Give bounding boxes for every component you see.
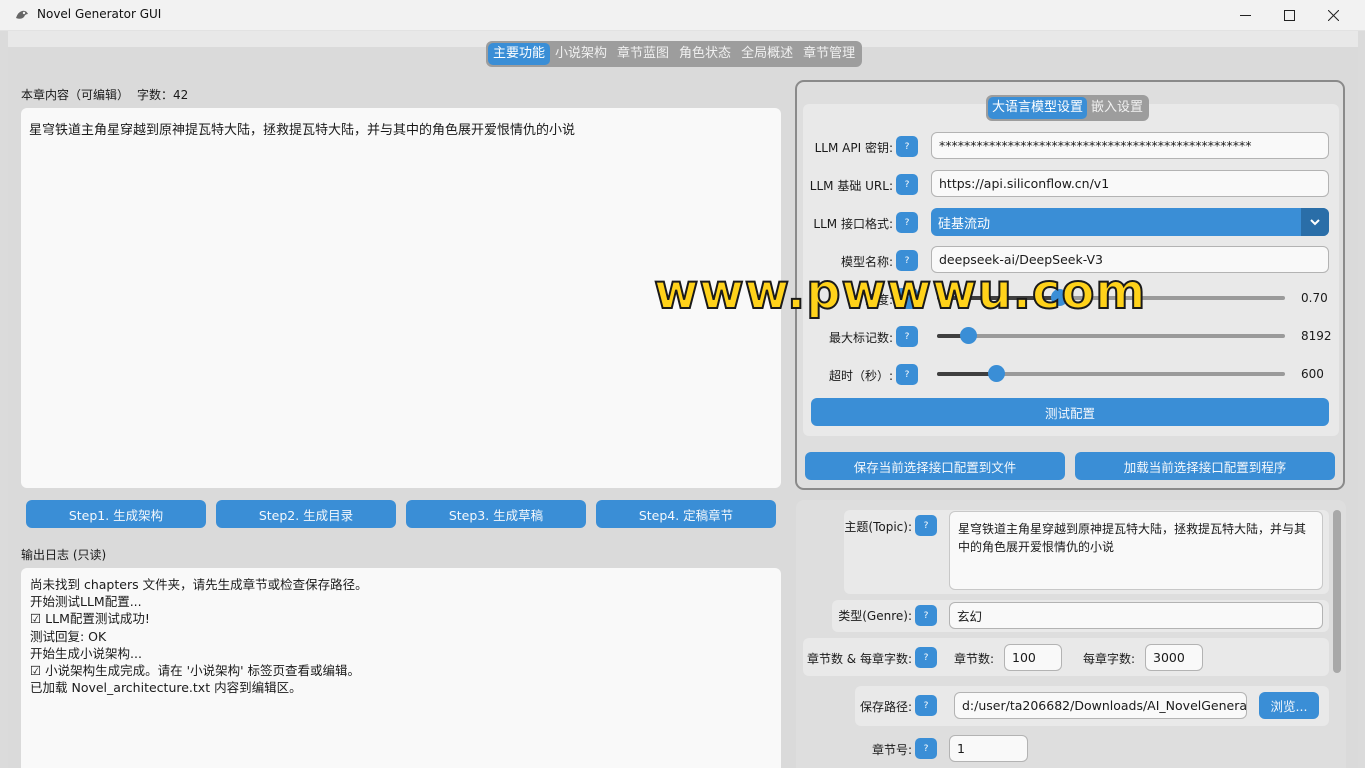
app-icon: [16, 10, 28, 19]
api-key-input[interactable]: ****************************************…: [931, 132, 1329, 159]
chapter-content-text: 星穹铁道主角星穿越到原神提瓦特大陆，拯救提瓦特大陆，并与其中的角色展开爱恨情仇的…: [29, 123, 576, 138]
num-chapters-label: 章节数:: [954, 652, 995, 666]
step3-generate-draft-button[interactable]: Step3. 生成草稿: [406, 500, 586, 528]
word-count-label: 字数：42: [137, 88, 189, 102]
topic-help-button[interactable]: ?: [915, 515, 937, 536]
main-tabbar: 主要功能 小说架构 章节蓝图 角色状态 全局概述 章节管理: [486, 41, 863, 67]
num-chapters-input[interactable]: 100: [1004, 644, 1062, 671]
test-config-button[interactable]: 测试配置: [811, 398, 1329, 426]
chapter-number-label: 章节号:: [871, 743, 912, 757]
interface-format-select[interactable]: 硅基流动: [931, 208, 1329, 236]
output-log: 尚未找到 chapters 文件夹，请先生成章节或检查保存路径。 开始测试LLM…: [21, 568, 781, 768]
log-line: 尚未找到 chapters 文件夹，请先生成章节或检查保存路径。: [30, 577, 368, 592]
title-bar: Novel Generator GUI: [0, 0, 1365, 31]
max-tokens-label: 最大标记数:: [828, 331, 893, 345]
save-path-help-button[interactable]: ?: [915, 695, 937, 716]
interface-format-value: 硅基流动: [938, 216, 991, 232]
base-url-input[interactable]: https://api.siliconflow.cn/v1: [931, 170, 1329, 197]
step4-finalize-chapter-button[interactable]: Step4. 定稿章节: [596, 500, 776, 528]
chapters-words-help-button[interactable]: ?: [915, 647, 937, 668]
chapter-number-help-button[interactable]: ?: [915, 738, 937, 759]
config-subtabbar: 大语言模型设置 嵌入设置: [986, 95, 1150, 121]
timeout-slider[interactable]: [937, 365, 1285, 382]
tab-character-state[interactable]: 角色状态: [674, 43, 736, 65]
base-url-help-button[interactable]: ?: [896, 174, 918, 195]
chapter-content-label: 本章内容（可编辑）: [21, 88, 130, 102]
chevron-down-icon[interactable]: [1301, 208, 1329, 236]
log-line: ☑ 小说架构生成完成。请在 '小说架构' 标签页查看或编辑。: [30, 663, 360, 679]
log-line: 开始测试LLM配置...: [30, 594, 142, 610]
timeout-value: 600: [1301, 367, 1324, 381]
tab-chapter-management[interactable]: 章节管理: [798, 43, 860, 65]
log-line: 已加载 Novel_architecture.txt 内容到编辑区。: [30, 680, 302, 696]
step1-generate-architecture-button[interactable]: Step1. 生成架构: [26, 500, 206, 528]
save-path-input[interactable]: d:/user/ta206682/Downloads/AI_NovelGener…: [954, 692, 1247, 719]
close-icon: [1327, 10, 1339, 21]
tab-chapter-blueprint[interactable]: 章节蓝图: [612, 43, 674, 65]
chapter-number-input[interactable]: 1: [949, 735, 1028, 762]
tab-novel-architecture[interactable]: 小说架构: [550, 43, 612, 65]
save-path-label: 保存路径:: [859, 700, 912, 714]
maximize-icon: [1283, 10, 1295, 21]
api-key-label: LLM API 密钥:: [814, 141, 893, 155]
timeout-label: 超时（秒）:: [828, 369, 893, 383]
browse-button[interactable]: 浏览...: [1259, 692, 1319, 719]
close-button[interactable]: [1310, 0, 1356, 31]
interface-format-label: LLM 接口格式:: [813, 217, 893, 231]
output-log-label: 输出日志 (只读): [21, 548, 107, 562]
interface-format-help-button[interactable]: ?: [896, 212, 918, 233]
watermark-text: www.pwwwu.com: [653, 263, 1147, 321]
log-line: 开始生成小说架构...: [30, 645, 142, 661]
timeout-help-button[interactable]: ?: [896, 364, 918, 385]
tab-main-functions[interactable]: 主要功能: [488, 43, 551, 65]
words-per-chapter-input[interactable]: 3000: [1145, 644, 1203, 671]
chapters-words-label: 章节数 & 每章字数:: [806, 652, 912, 666]
params-scrollbar[interactable]: [1333, 510, 1341, 673]
genre-help-button[interactable]: ?: [915, 605, 937, 626]
tab-embedding-settings[interactable]: 嵌入设置: [1087, 97, 1147, 119]
max-tokens-help-button[interactable]: ?: [896, 326, 918, 347]
words-per-chapter-label: 每章字数:: [1083, 652, 1136, 666]
load-config-button[interactable]: 加载当前选择接口配置到程序: [1075, 452, 1335, 480]
genre-label: 类型(Genre):: [838, 609, 912, 623]
temperature-value: 0.70: [1301, 291, 1328, 305]
log-line: 测试回复: OK: [30, 628, 107, 644]
maximize-button[interactable]: [1266, 0, 1312, 31]
log-line: ☑ LLM配置测试成功!: [30, 611, 150, 627]
tab-global-summary[interactable]: 全局概述: [736, 43, 798, 65]
minimize-icon: [1239, 15, 1251, 16]
max-tokens-slider[interactable]: [937, 327, 1285, 344]
window-title: Novel Generator GUI: [37, 7, 162, 21]
topic-label: 主题(Topic):: [844, 520, 912, 534]
minimize-button[interactable]: [1222, 0, 1268, 31]
topic-input[interactable]: 星穹铁道主角星穿越到原神提瓦特大陆，拯救提瓦特大陆，并与其中的角色展开爱恨情仇的…: [949, 511, 1323, 590]
base-url-label: LLM 基础 URL:: [809, 179, 893, 193]
step2-generate-directory-button[interactable]: Step2. 生成目录: [216, 500, 396, 528]
max-tokens-value: 8192: [1301, 329, 1332, 343]
topic-text: 星穹铁道主角星穿越到原神提瓦特大陆，拯救提瓦特大陆，并与其中的角色展开爱恨情仇的…: [958, 522, 1307, 554]
tab-llm-settings[interactable]: 大语言模型设置: [988, 97, 1088, 119]
api-key-help-button[interactable]: ?: [896, 136, 918, 157]
save-config-button[interactable]: 保存当前选择接口配置到文件: [805, 452, 1065, 480]
genre-input[interactable]: 玄幻: [949, 602, 1323, 629]
